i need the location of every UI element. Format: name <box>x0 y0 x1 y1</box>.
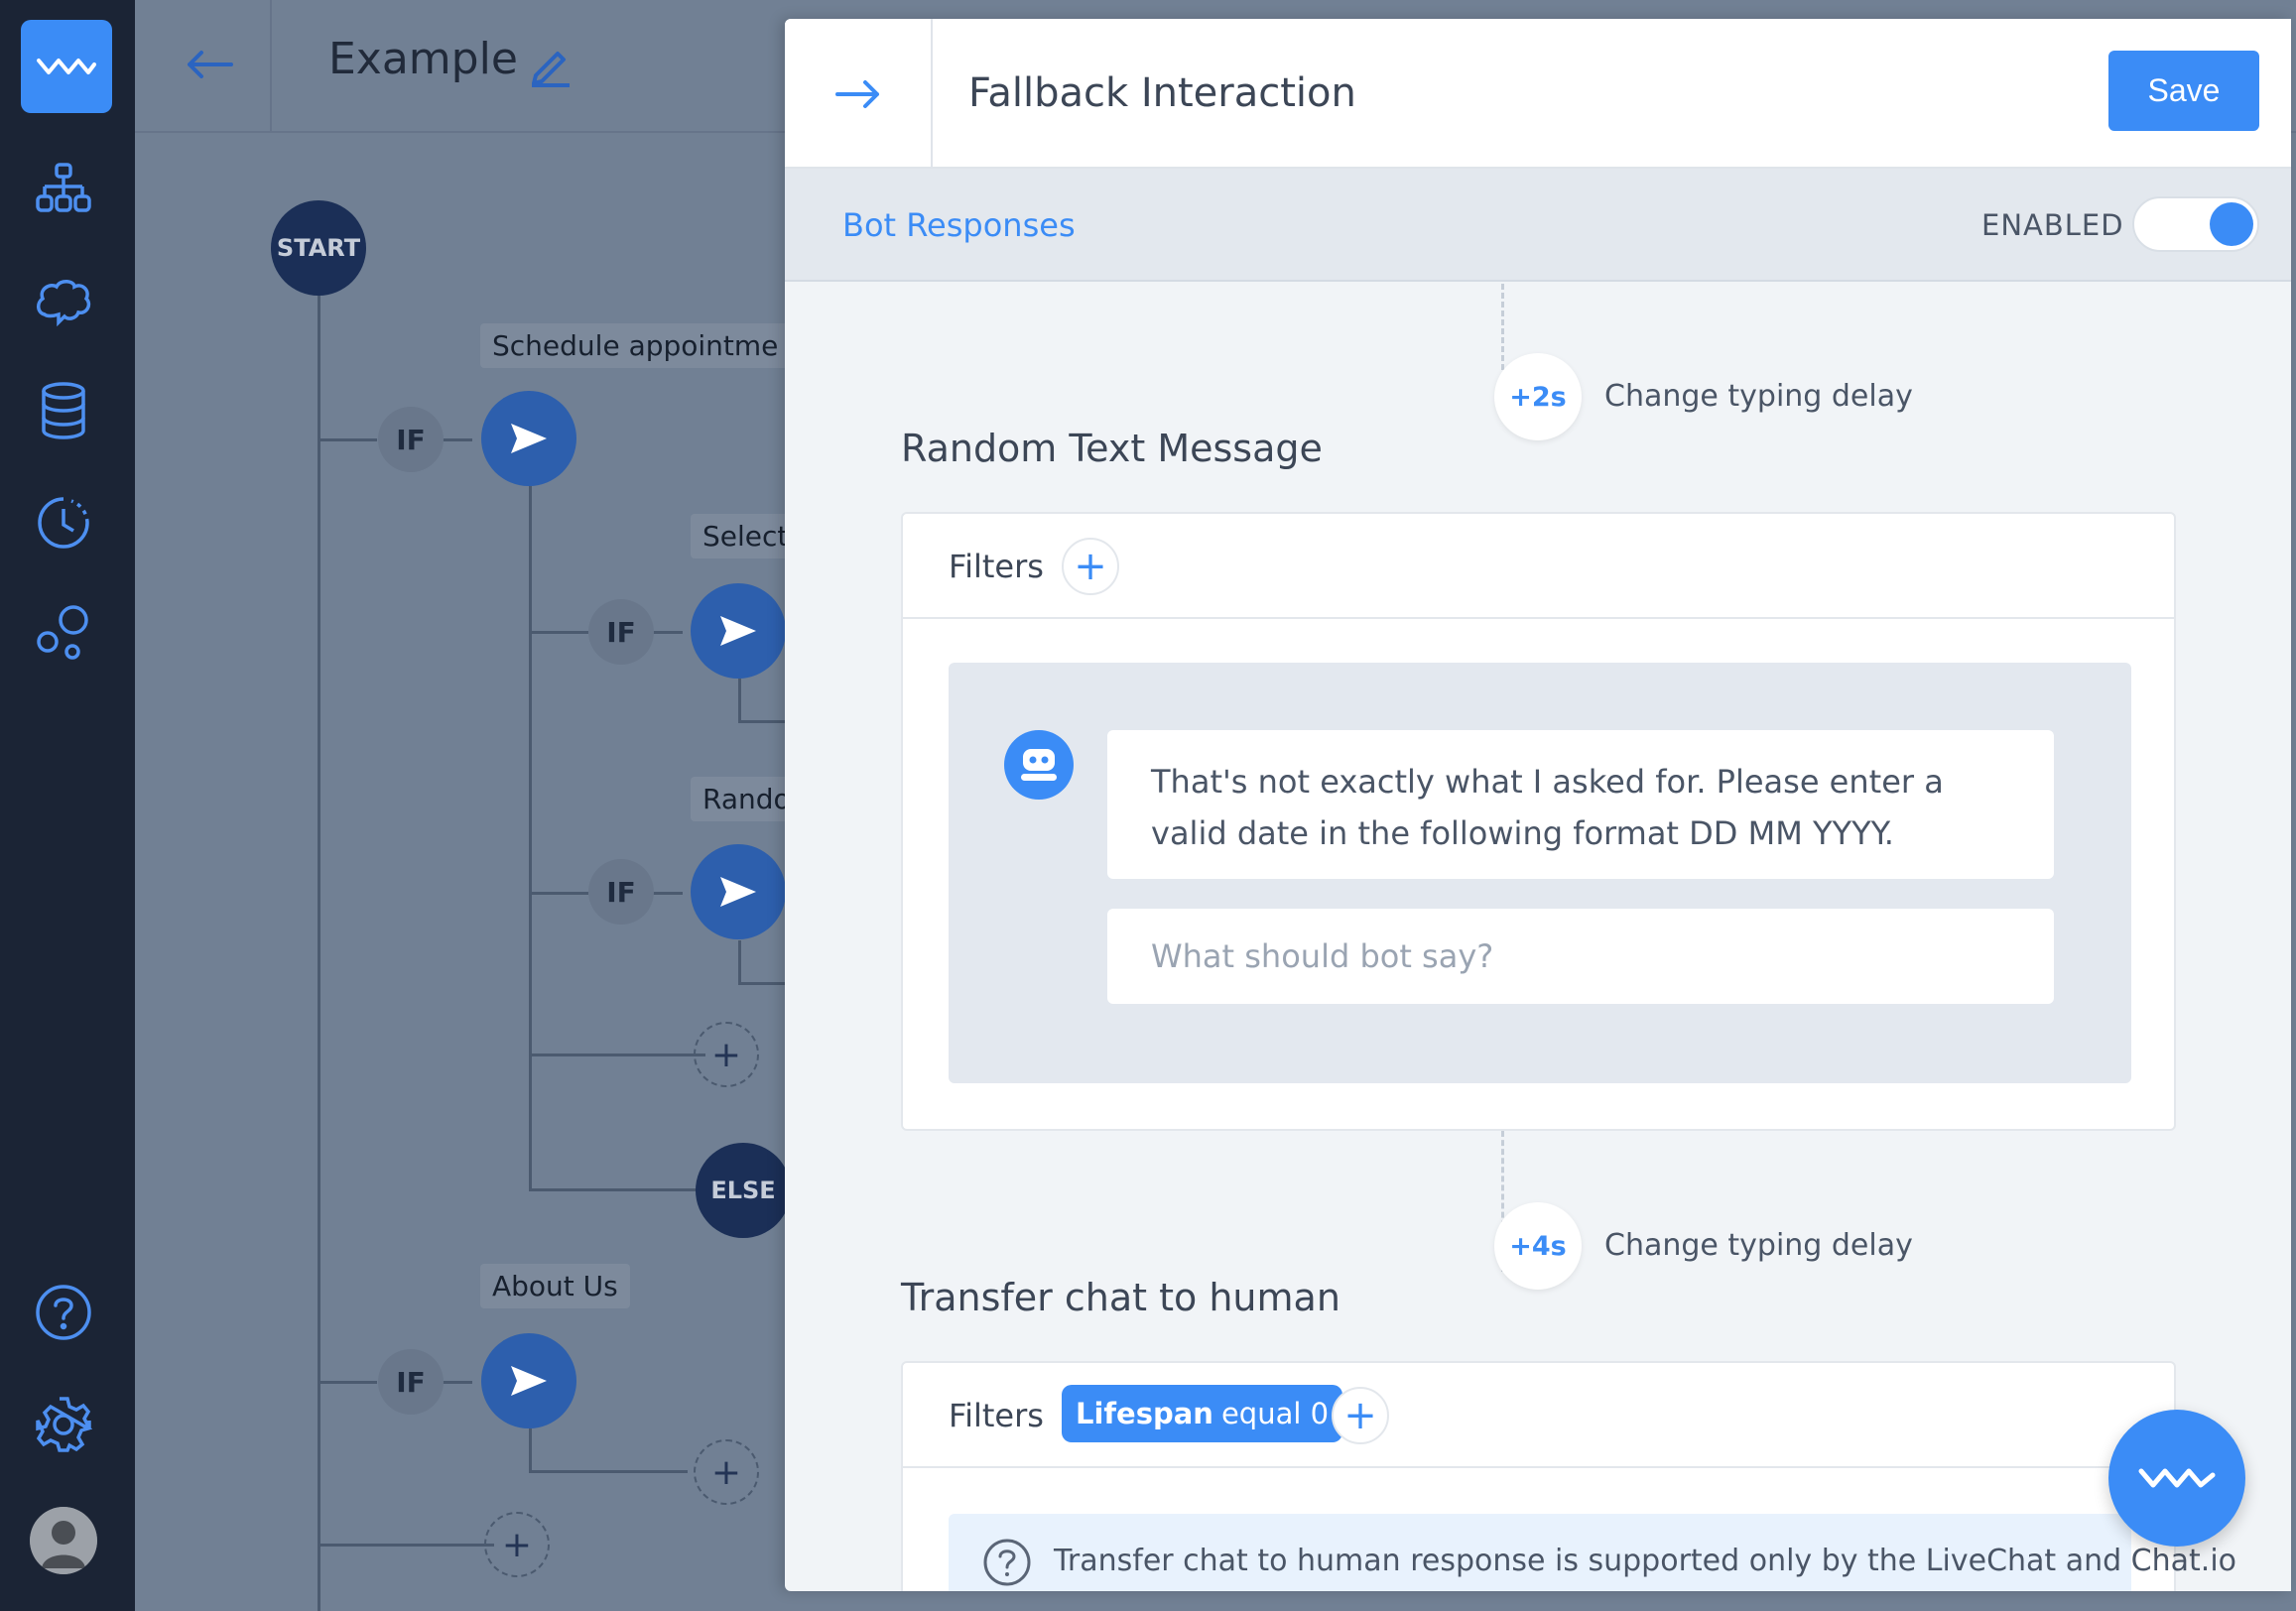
if-node[interactable]: IF <box>378 407 444 472</box>
bot-responses-bar: Bot Responses ENABLED <box>785 169 2291 282</box>
filters-row: Filters Lifespan equal 0 + <box>903 1363 2174 1468</box>
send-icon <box>511 424 547 453</box>
response-card: Filters Lifespan equal 0 + Transfer chat… <box>901 1361 2236 1591</box>
add-filter-button[interactable]: + <box>1332 1387 1389 1444</box>
brain-icon[interactable] <box>30 268 97 335</box>
bot-message-input[interactable] <box>1107 909 2054 1004</box>
response-card: Filters + That's not exactly what I aske… <box>901 512 2176 1131</box>
arrow-right-icon <box>834 79 879 108</box>
filters-label: Filters <box>949 1397 1044 1434</box>
add-node-button[interactable]: + <box>694 1022 759 1087</box>
main-sidebar <box>0 0 135 1611</box>
flow-connector <box>529 486 532 1188</box>
panel-header: Fallback Interaction Save <box>785 19 2291 169</box>
enabled-toggle[interactable] <box>2132 196 2259 252</box>
logo-wave-icon[interactable] <box>21 20 112 113</box>
flow-connector <box>738 982 788 985</box>
flow-connector <box>529 1470 688 1473</box>
typing-delay-button[interactable]: +4s <box>1494 1202 1582 1290</box>
toggle-knob <box>2210 202 2253 246</box>
bubbles-icon[interactable] <box>30 599 97 667</box>
send-node[interactable] <box>481 391 576 486</box>
send-icon <box>720 616 756 646</box>
settings-icon[interactable] <box>30 1391 97 1458</box>
filters-label: Filters <box>949 548 1044 585</box>
responses-list: +2s Change typing delay Random Text Mess… <box>785 284 2291 1591</box>
flow-connector <box>738 940 741 984</box>
flow-connector <box>318 438 377 441</box>
send-node[interactable] <box>691 844 786 939</box>
avatar[interactable] <box>30 1507 97 1574</box>
flow-connector <box>738 720 788 723</box>
arrow-left-icon <box>188 51 233 78</box>
add-node-button[interactable]: + <box>694 1439 759 1505</box>
typing-delay-button[interactable]: +2s <box>1494 353 1582 440</box>
help-icon[interactable] <box>30 1279 97 1346</box>
flow-connector <box>318 248 320 1611</box>
send-icon <box>511 1366 547 1396</box>
if-node[interactable]: IF <box>588 859 654 925</box>
add-filter-button[interactable]: + <box>1062 538 1119 595</box>
send-node[interactable] <box>481 1333 576 1428</box>
filter-condition: equal 0 <box>1220 1397 1330 1430</box>
filter-pill[interactable]: Lifespan equal 0 <box>1062 1385 1343 1442</box>
chat-widget-button[interactable] <box>2108 1410 2245 1547</box>
flow-connector <box>529 1053 705 1056</box>
panel-title: Fallback Interaction <box>968 70 1356 116</box>
flow-connector <box>529 631 588 634</box>
if-node[interactable]: IF <box>588 599 654 665</box>
history-icon[interactable] <box>30 489 97 557</box>
change-typing-delay-link[interactable]: Change typing delay <box>1604 379 1913 414</box>
change-typing-delay-link[interactable]: Change typing delay <box>1604 1228 1913 1263</box>
bot-message[interactable]: That's not exactly what I asked for. Ple… <box>1107 730 2054 879</box>
flow-connector <box>529 1428 532 1472</box>
send-node[interactable] <box>691 583 786 679</box>
flow-connector <box>529 892 588 895</box>
topbar-divider <box>270 0 272 133</box>
filters-row: Filters + <box>903 514 2174 619</box>
start-node[interactable]: START <box>271 200 366 296</box>
interaction-tag[interactable]: About Us <box>480 1264 630 1308</box>
info-text: Transfer chat to human response is suppo… <box>1054 1544 2237 1578</box>
edit-pencil-icon[interactable] <box>528 44 572 91</box>
send-icon <box>720 877 756 907</box>
if-node[interactable]: IF <box>378 1349 444 1415</box>
tab-bot-responses[interactable]: Bot Responses <box>842 206 1076 244</box>
flow-connector <box>318 1381 377 1384</box>
save-button[interactable]: Save <box>2108 51 2259 131</box>
fallback-panel: Fallback Interaction Save Bot Responses … <box>785 19 2291 1591</box>
bot-avatar-icon <box>1004 730 1074 800</box>
info-notice: Transfer chat to human response is suppo… <box>949 1514 2236 1591</box>
question-icon <box>983 1539 1031 1586</box>
message-area: That's not exactly what I asked for. Ple… <box>949 663 2131 1083</box>
else-node[interactable]: ELSE <box>696 1143 791 1238</box>
flow-tree-icon[interactable] <box>30 155 97 222</box>
add-node-button[interactable]: + <box>484 1512 550 1577</box>
flow-connector <box>738 679 741 722</box>
interaction-tag[interactable]: Schedule appointme <box>480 323 791 368</box>
filter-name: Lifespan <box>1076 1397 1213 1430</box>
response-title: Transfer chat to human <box>901 1276 1340 1319</box>
enabled-label: ENABLED <box>1981 208 2124 242</box>
database-icon[interactable] <box>30 377 97 444</box>
flow-connector <box>318 1544 494 1547</box>
back-button[interactable] <box>165 30 254 99</box>
response-title: Random Text Message <box>901 427 1323 470</box>
close-panel-button[interactable] <box>785 19 933 169</box>
chat-wave-icon <box>2138 1468 2216 1488</box>
flow-title: Example <box>328 34 518 84</box>
interaction-tag[interactable]: Select <box>691 514 801 558</box>
